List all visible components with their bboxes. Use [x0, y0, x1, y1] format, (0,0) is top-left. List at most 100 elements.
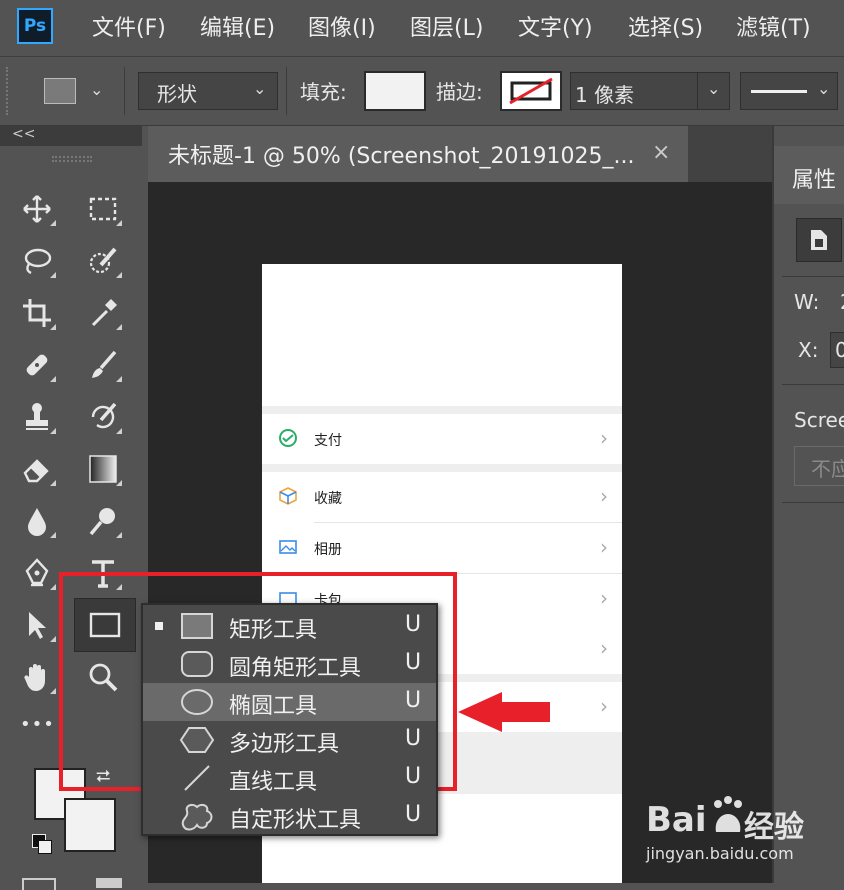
list-item-favorites: 收藏 › [262, 472, 622, 522]
solid-line-icon [751, 90, 807, 93]
chevron-down-icon[interactable]: ⌄ [707, 79, 720, 98]
menu-edit[interactable]: 编辑(E) [200, 10, 275, 42]
flyout-item-polygon[interactable]: 多边形工具 U [143, 721, 436, 759]
chevron-right-icon: › [600, 484, 608, 508]
chevron-down-icon: ⌄ [253, 79, 267, 98]
flyout-item-shortcut: U [405, 612, 422, 637]
pen-tool-icon[interactable] [18, 554, 56, 592]
flyout-item-line[interactable]: 直线工具 U [143, 759, 436, 797]
flyout-item-label: 直线工具 [229, 770, 318, 795]
toolbar-grip[interactable] [52, 156, 92, 162]
rectangle-icon [181, 613, 213, 639]
rounded-rectangle-icon [181, 651, 213, 677]
menu-image[interactable]: 图像(I) [308, 10, 376, 42]
tool-preset-chevron-icon[interactable]: ⌄ [90, 80, 103, 99]
properties-tab[interactable]: 属性 [774, 146, 844, 204]
marquee-tool-icon[interactable] [84, 190, 122, 228]
mode-select-value: 形状 [157, 82, 197, 106]
flyout-item-shortcut: U [405, 764, 422, 789]
menu-bar: Ps 文件(F) 编辑(E) 图像(I) 图层(L) 文字(Y) 选择(S) 滤… [0, 0, 844, 57]
collapse-panel-icon[interactable]: << [12, 126, 35, 142]
divider [286, 67, 287, 115]
stroke-swatch[interactable] [500, 71, 562, 111]
x-field[interactable]: 0 [830, 332, 844, 368]
flyout-item-custom-shape[interactable]: 自定形状工具 U [143, 797, 436, 835]
dodge-tool-icon[interactable] [84, 502, 122, 540]
flyout-item-ellipse[interactable]: 椭圆工具 U [143, 683, 436, 721]
flyout-item-label: 圆角矩形工具 [229, 656, 362, 681]
list-item-label: 相册 [314, 542, 342, 558]
red-arrow-icon [458, 692, 550, 732]
stroke-type-select[interactable]: ⌄ [740, 72, 838, 110]
divider [782, 384, 844, 385]
flyout-item-label: 椭圆工具 [229, 694, 318, 719]
fill-label: 填充: [300, 80, 347, 104]
eyedropper-tool-icon[interactable] [84, 294, 122, 332]
close-tab-icon[interactable]: × [652, 140, 670, 165]
flyout-item-rectangle[interactable]: 矩形工具 U [143, 607, 436, 645]
width-value[interactable]: 2 [840, 290, 844, 314]
stroke-width-value: 1 像素 [575, 83, 635, 107]
divider [782, 276, 844, 277]
more-tools-icon[interactable]: ••• [20, 714, 55, 735]
menu-filter[interactable]: 滤镜(T) [736, 10, 811, 42]
brush-tool-icon[interactable] [84, 346, 122, 384]
active-bullet [155, 622, 163, 630]
fill-swatch[interactable] [364, 71, 426, 111]
move-tool-icon[interactable] [18, 190, 56, 228]
crop-tool-icon[interactable] [18, 294, 56, 332]
baidu-paw-icon [714, 796, 742, 832]
eraser-tool-icon[interactable] [18, 450, 56, 488]
chevron-right-icon: › [600, 426, 608, 450]
document-tab-title: 未标题-1 @ 50% (Screenshot_20191025_... [168, 144, 635, 169]
shape-tools-flyout: 矩形工具 U 圆角矩形工具 U 椭圆工具 U 多边形工具 U 直线工具 U 自定… [141, 603, 438, 836]
list-item-album: 相册 › [262, 523, 622, 573]
shape-properties-icon[interactable] [796, 218, 842, 262]
properties-panel: 属性 W: 2 X: 0 Scree 不应 [772, 126, 844, 883]
ellipse-icon [181, 689, 213, 715]
clone-stamp-tool-icon[interactable] [18, 398, 56, 436]
background-color-swatch[interactable] [64, 798, 116, 852]
width-label: W: [794, 290, 820, 314]
screen-mode-icon[interactable] [96, 878, 122, 888]
section-gap [262, 464, 622, 472]
wechat-pay-icon [279, 429, 297, 447]
chevron-down-icon: ⌄ [817, 79, 831, 98]
cube-icon [279, 487, 297, 505]
lasso-tool-icon[interactable] [18, 242, 56, 280]
image-icon [279, 540, 297, 554]
flyout-item-shortcut: U [405, 688, 422, 713]
gradient-tool-icon[interactable] [84, 450, 122, 488]
no-stroke-icon [509, 77, 553, 105]
divider [782, 502, 844, 503]
blur-tool-icon[interactable] [18, 502, 56, 540]
options-grip[interactable] [6, 67, 10, 115]
healing-brush-tool-icon[interactable] [18, 346, 56, 384]
watermark-url: jingyan.baidu.com [646, 844, 794, 863]
mode-select[interactable]: 形状 ⌄ [138, 72, 278, 110]
history-brush-tool-icon[interactable] [84, 398, 122, 436]
x-value: 0 [835, 338, 844, 362]
chevron-right-icon: › [600, 636, 608, 660]
hand-tool-icon[interactable] [18, 658, 56, 696]
flyout-item-shortcut: U [405, 726, 422, 751]
flyout-item-shortcut: U [405, 802, 422, 827]
document-tab[interactable]: 未标题-1 @ 50% (Screenshot_20191025_... × [148, 126, 688, 182]
watermark-brand: Bai [646, 800, 707, 840]
menu-select[interactable]: 选择(S) [628, 10, 703, 42]
stroke-width-field[interactable]: 1 像素 ⌄ [570, 72, 730, 110]
apply-button[interactable]: 不应 [794, 446, 844, 486]
menu-file[interactable]: 文件(F) [92, 10, 166, 42]
flyout-item-rounded-rectangle[interactable]: 圆角矩形工具 U [143, 645, 436, 683]
photoshop-logo[interactable]: Ps [17, 8, 53, 44]
menu-layer[interactable]: 图层(L) [410, 10, 483, 42]
quick-selection-tool-icon[interactable] [84, 242, 122, 280]
divider [124, 67, 125, 115]
menu-type[interactable]: 文字(Y) [518, 10, 593, 42]
list-item-label: 收藏 [314, 491, 342, 507]
layer-name: Scree [794, 408, 844, 432]
flyout-item-shortcut: U [405, 650, 422, 675]
tool-preset-rectangle-icon[interactable] [44, 78, 76, 104]
path-selection-tool-icon[interactable] [18, 606, 56, 644]
quick-mask-icon[interactable] [22, 878, 56, 890]
